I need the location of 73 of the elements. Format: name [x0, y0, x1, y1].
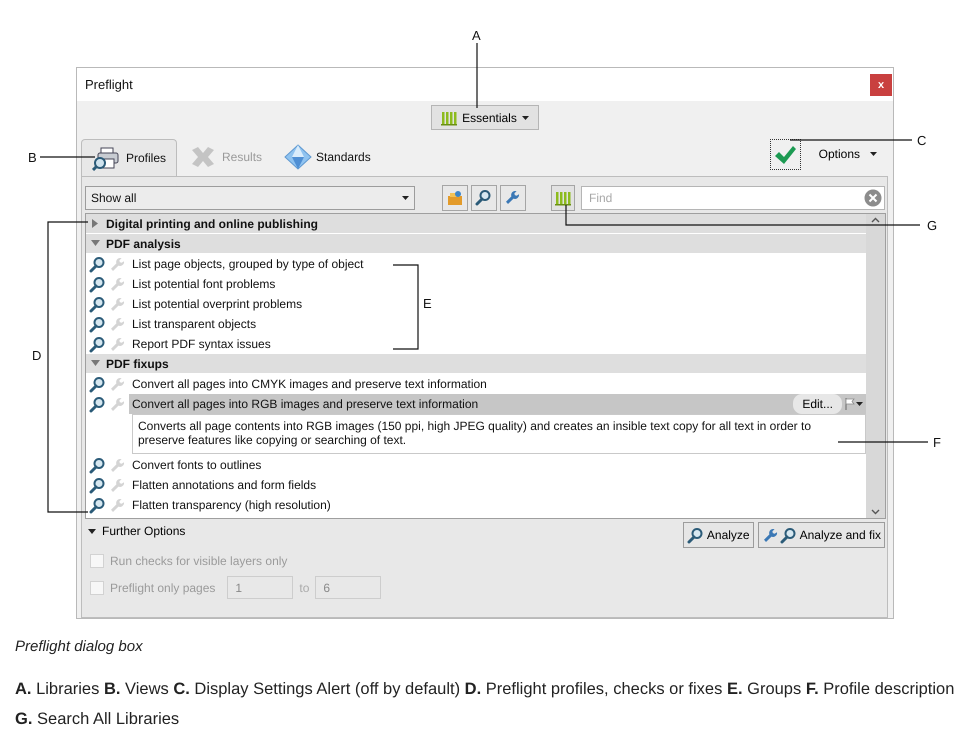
- window-title: Preflight: [85, 76, 133, 94]
- profile-name: Convert all pages into RGB images and preserve text information: [132, 396, 478, 413]
- bars-icon: [441, 110, 458, 126]
- leader-line: [40, 156, 95, 158]
- search-icon[interactable]: [89, 476, 107, 494]
- callout-letter: E: [423, 297, 432, 310]
- chevron-up-icon[interactable]: [871, 217, 880, 223]
- callout-letter: D: [32, 349, 42, 362]
- search-icon[interactable]: [89, 296, 107, 312]
- profile-item[interactable]: Convert all pages into CMYK images and preserve text information: [129, 374, 487, 394]
- group-header[interactable]: PDF analysis: [86, 234, 866, 254]
- callout-letter: F: [933, 436, 941, 449]
- figure-caption: Preflight dialog box: [15, 637, 143, 657]
- bars-icon: [555, 190, 571, 206]
- callout-letter: B: [28, 151, 37, 164]
- callout-letter: G: [927, 219, 938, 232]
- checkbox-label: Preflight only pages: [110, 580, 216, 596]
- search-icon: [686, 526, 705, 544]
- filter-dropdown[interactable]: Show all: [85, 186, 415, 210]
- edit-button[interactable]: Edit...: [793, 394, 842, 414]
- flag-icon: [845, 398, 855, 410]
- clear-icon[interactable]: [864, 189, 882, 207]
- figure-legend: A. Libraries B. Views C. Display Settings Alert (off by default) D. Preflight profiles, checks or fixes E. Groups F. Profile description G. Search All Libraries: [15, 674, 960, 734]
- profile-item[interactable]: Report PDF syntax issues: [129, 334, 271, 354]
- profile-item[interactable]: List potential font problems: [129, 274, 276, 294]
- search-icon[interactable]: [89, 456, 107, 474]
- search-icon[interactable]: [89, 376, 107, 392]
- caret-icon: [856, 402, 863, 406]
- wrench-icon: [762, 527, 778, 543]
- search-icon[interactable]: [89, 256, 107, 272]
- group-header[interactable]: Digital printing and online publishing: [86, 214, 866, 234]
- to-label: to: [299, 580, 310, 596]
- checkmark-icon: [773, 144, 798, 166]
- callout-letter: A: [472, 29, 481, 42]
- search-icon[interactable]: [89, 276, 107, 292]
- search-icon: [780, 526, 798, 544]
- profiles-button[interactable]: [442, 185, 468, 211]
- search-icon[interactable]: [89, 336, 107, 352]
- caret-icon: [522, 116, 529, 120]
- profile-description: Converts all page contents into RGB images (150 ppi, high JPEG quality) and creates an insible text copy for all text in order to preserve features like copying or searching of text.: [132, 414, 866, 454]
- diamond-icon: [284, 144, 312, 170]
- search-icon: [475, 189, 493, 207]
- search-icon[interactable]: [89, 396, 107, 412]
- profile-item[interactable]: List potential overprint problems: [129, 294, 302, 314]
- tab[interactable]: Profiles: [81, 139, 178, 177]
- profile-item[interactable]: List page objects, grouped by type of object: [129, 254, 364, 274]
- chevron-down-icon[interactable]: [871, 509, 880, 515]
- profile-item[interactable]: Flatten transparency (high resolution): [129, 495, 331, 515]
- scrollbar[interactable]: [866, 214, 885, 518]
- options-button[interactable]: Options: [812, 144, 883, 164]
- callout-letter: C: [917, 134, 926, 147]
- find-field[interactable]: Find: [581, 186, 885, 210]
- profile-item[interactable]: Flatten annotations and form fields: [129, 475, 316, 495]
- fixups-button[interactable]: [500, 185, 526, 211]
- profile-row[interactable]: Convert all pages into RGB images and preserve text information Edit...: [129, 394, 866, 414]
- group-header[interactable]: PDF fixups: [86, 354, 866, 374]
- leader-line: [476, 43, 478, 108]
- profile-item[interactable]: Convert fonts to outlines: [129, 455, 262, 475]
- profile-item[interactable]: List transparent objects: [129, 314, 256, 334]
- library-button[interactable]: Essentials: [431, 105, 539, 130]
- analyze-button[interactable]: Analyze: [682, 522, 754, 548]
- tab[interactable]: Standards: [273, 138, 382, 176]
- alert-button[interactable]: [770, 139, 801, 170]
- search-libraries-button[interactable]: [551, 185, 575, 211]
- close-button[interactable]: x: [870, 74, 892, 96]
- search-icon[interactable]: [89, 316, 107, 332]
- analyze-and-fix-button[interactable]: Analyze and fix: [758, 522, 885, 548]
- caret-icon: [870, 152, 877, 156]
- checks-button[interactable]: [471, 185, 497, 211]
- checkbox-label: Run checks for visible layers only: [110, 553, 288, 570]
- caret-icon: [402, 196, 409, 200]
- further-options-toggle[interactable]: Further Options: [85, 522, 186, 540]
- search-icon[interactable]: [89, 496, 107, 514]
